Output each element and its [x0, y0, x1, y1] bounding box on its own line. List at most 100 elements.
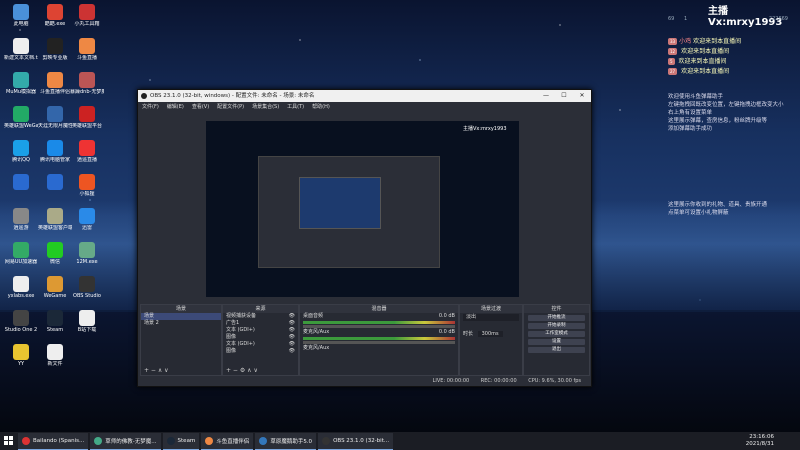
stat-1: 69: [668, 16, 675, 22]
menu-item[interactable]: 文件(F): [142, 104, 159, 110]
desktop-icon[interactable]: Steam: [38, 310, 72, 333]
desktop-icon[interactable]: 逍遥直播: [70, 140, 104, 163]
windows-start-icon[interactable]: [0, 432, 18, 450]
source-item[interactable]: 文本 (GDI+) 👁: [223, 327, 298, 334]
minimize-icon[interactable]: —: [537, 90, 555, 102]
menu-item[interactable]: 查看(V): [192, 104, 209, 110]
control-button[interactable]: 开始录制: [528, 323, 585, 329]
menu-item[interactable]: 编辑(E): [167, 104, 184, 110]
taskbar-app[interactable]: Bailando (Spanis...: [18, 432, 89, 450]
desktop-icon[interactable]: 暴躁dnb-无梦魔改.rar: [70, 72, 104, 95]
source-item[interactable]: 图像 👁: [223, 348, 298, 355]
system-line: 右上角有设置菜单: [668, 110, 713, 116]
desktop-icon[interactable]: B站下载: [70, 310, 104, 333]
system-line: 这里展示你收到的礼物、道具、贵族开通: [668, 202, 768, 208]
desktop-icon[interactable]: 腾讯电脑管家: [38, 140, 72, 163]
desktop-icon[interactable]: 英雄联盟客户端: [38, 208, 72, 231]
scene-item[interactable]: 场景: [141, 313, 221, 320]
chat-message: 33 小鸡 欢迎来到本直播间: [668, 38, 741, 45]
desktop-icon[interactable]: 斗鱼直播伴侣: [38, 72, 72, 95]
cpu-usage: CPU: 9.6%, 30.00 fps: [528, 378, 581, 384]
desktop-icon[interactable]: 酷酷.exe: [38, 4, 72, 27]
desktop-icon[interactable]: OBS Studio: [70, 276, 104, 299]
desktop-icon[interactable]: 腾讯QQ: [4, 140, 38, 163]
desktop-icon[interactable]: 斗鱼直播: [70, 38, 104, 61]
desktop-icon[interactable]: 逍遥游: [4, 208, 38, 231]
control-button[interactable]: 退出: [528, 347, 585, 353]
transition-select[interactable]: 淡出: [463, 314, 519, 321]
desktop-icon[interactable]: Studio One 2: [4, 310, 38, 333]
desktop-icon[interactable]: MuMu模拟器: [4, 72, 38, 95]
visibility-icon[interactable]: 👁: [289, 348, 298, 355]
scenes-toolbar[interactable]: + − ∧ ∨: [141, 367, 221, 375]
taskbar-app[interactable]: 草师的佛教-无梦魔...: [90, 432, 161, 450]
taskbar-app[interactable]: 斗鱼直播伴侣: [201, 432, 254, 450]
desktop-icon[interactable]: 12M.exe: [70, 242, 104, 265]
desktop-icon-label: 迅雷: [81, 225, 92, 231]
control-button[interactable]: 开始推流: [528, 315, 585, 321]
mixer-channel-label: 麦克风/Aux: [303, 345, 330, 351]
desktop-icon[interactable]: 天涯无限月魔性升级: [38, 106, 72, 129]
desktop-icon[interactable]: 网易UU加速器: [4, 242, 38, 265]
chat-text: 欢迎来到本直播间: [693, 38, 742, 45]
sources-toolbar[interactable]: + − ⚙ ∧ ∨: [223, 367, 298, 375]
desktop-icon[interactable]: 英雄联盟平台: [70, 106, 104, 129]
app-icon: [13, 208, 29, 224]
visibility-icon[interactable]: 👁: [289, 334, 298, 341]
obs-statusbar: LIVE: 00:00:00 REC: 00:00:00 CPU: 9.6%, …: [138, 377, 591, 386]
visibility-icon[interactable]: 👁: [289, 313, 298, 320]
desktop-icon[interactable]: 新文件: [38, 344, 72, 367]
volume-slider[interactable]: [303, 325, 455, 328]
control-button[interactable]: 设置: [528, 339, 585, 345]
desktop-icon[interactable]: 迅雷: [70, 208, 104, 231]
app-icon: [79, 310, 95, 326]
source-item[interactable]: 文本 (GDI+) 👁: [223, 341, 298, 348]
app-icon: [79, 208, 95, 224]
maximize-icon[interactable]: ☐: [555, 90, 573, 102]
desktop-icon[interactable]: 新建文本文档.txt: [4, 38, 38, 61]
desktop-icon[interactable]: 英雄联盟WeGame版: [4, 106, 38, 129]
obs-preview[interactable]: 主播Vx:mrxy1993: [206, 121, 519, 297]
source-item[interactable]: 图像 👁: [223, 334, 298, 341]
app-icon: [47, 208, 63, 224]
obs-titlebar[interactable]: OBS 23.1.0 (32-bit, windows) - 配置文件: 未命名…: [138, 90, 591, 102]
desktop-icon[interactable]: 剪映专业版: [38, 38, 72, 61]
desktop-icon[interactable]: 此电脑: [4, 4, 38, 27]
volume-slider[interactable]: [303, 341, 455, 344]
desktop-icon[interactable]: yxlabs.exe: [4, 276, 38, 299]
visibility-icon[interactable]: 👁: [289, 320, 298, 327]
menu-item[interactable]: 帮助(H): [312, 104, 330, 110]
source-item[interactable]: 视频捕获设备 👁: [223, 313, 298, 320]
close-icon[interactable]: ✕: [573, 90, 591, 102]
desktop-icon[interactable]: WeGame: [38, 276, 72, 299]
chat-message: 12 欢迎来到本直播间: [668, 48, 729, 55]
source-item[interactable]: 广告1 👁: [223, 320, 298, 327]
app-icon: [13, 242, 29, 258]
menu-item[interactable]: 工具(T): [287, 104, 304, 110]
taskbar-app[interactable]: 草原魔鹅助手5.0: [255, 432, 317, 450]
obs-window[interactable]: OBS 23.1.0 (32-bit, windows) - 配置文件: 未命名…: [137, 89, 592, 387]
desktop-icon[interactable]: YY: [4, 344, 38, 367]
taskbar-app[interactable]: OBS 23.1.0 (32-bit...: [318, 432, 394, 450]
transition-duration[interactable]: 时长 300ms: [460, 331, 522, 338]
visibility-icon[interactable]: 👁: [289, 327, 298, 334]
desktop-icon-label: 逍遥游: [13, 225, 29, 231]
app-icon: [79, 242, 95, 258]
menu-item[interactable]: 场景集合(S): [252, 104, 279, 110]
desktop-icon-label: 英雄联盟平台: [71, 123, 102, 129]
desktop-icon-label: 逍遥直播: [76, 157, 97, 163]
desktop-icon[interactable]: 小丸工具箱: [70, 4, 104, 27]
menu-item[interactable]: 配置文件(P): [217, 104, 244, 110]
desktop-icon[interactable]: 小狐狸: [70, 174, 104, 197]
desktop-icon[interactable]: [38, 174, 72, 191]
fan-badge: 27: [668, 68, 678, 75]
taskbar-app[interactable]: Steam: [162, 432, 200, 450]
taskbar-clock[interactable]: 23:16:06 2021/8/31: [746, 434, 774, 448]
desktop-icon[interactable]: [4, 174, 38, 191]
control-button[interactable]: 工作室模式: [528, 331, 585, 337]
app-icon: [47, 174, 63, 190]
scene-item[interactable]: 场景 2: [141, 320, 221, 327]
nested-preview: [258, 156, 440, 268]
desktop-icon[interactable]: 微信: [38, 242, 72, 265]
visibility-icon[interactable]: 👁: [289, 341, 298, 348]
